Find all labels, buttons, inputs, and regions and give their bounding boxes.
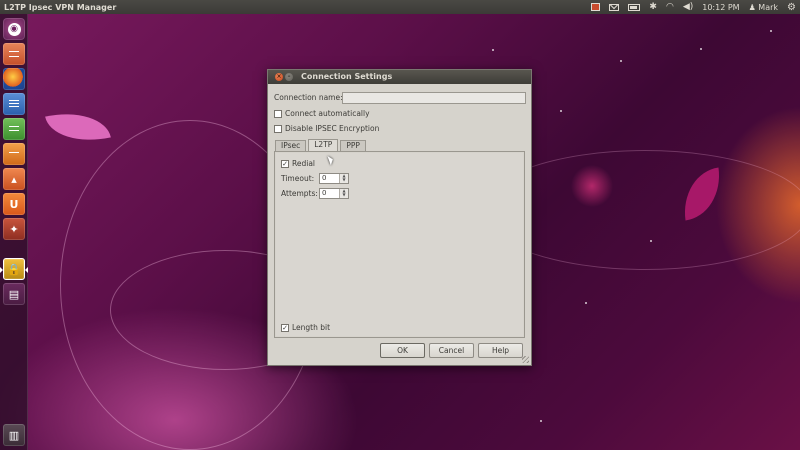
ubuntu-logo-icon: ◉ — [7, 22, 21, 36]
redial-row[interactable]: ✓ Redial — [281, 159, 315, 168]
wallpaper-star — [540, 420, 542, 422]
connect-automatically-checkbox[interactable] — [274, 109, 282, 118]
spin-arrows-icon[interactable]: ▲ ▼ — [339, 174, 348, 183]
focused-indicator — [25, 267, 28, 273]
attempts-spinbox[interactable]: 0 ▲ ▼ — [319, 188, 349, 199]
user-icon: ♟ — [748, 2, 756, 12]
l2tp-vpn-launcher-icon[interactable]: 🔒 — [3, 258, 25, 280]
mail-icon[interactable] — [609, 3, 620, 11]
close-icon[interactable]: × — [275, 73, 283, 81]
attempts-value: 0 — [322, 189, 327, 197]
bluetooth-icon[interactable]: ✱ — [649, 2, 657, 12]
wallpaper-star — [585, 302, 587, 304]
tab-ppp[interactable]: PPP — [340, 140, 366, 151]
user-menu[interactable]: ♟ Mark — [749, 3, 778, 12]
software-center-launcher-icon[interactable]: ▴ — [3, 168, 25, 190]
timeout-value: 0 — [322, 174, 327, 182]
clock[interactable]: 10:12 PM — [702, 3, 739, 12]
length-bit-checkbox[interactable]: ✓ — [281, 323, 289, 332]
timeout-label: Timeout: — [281, 174, 315, 183]
wallpaper-star — [650, 240, 652, 242]
volume-icon[interactable]: ◀) — [683, 2, 693, 12]
minimize-icon[interactable]: – — [285, 73, 293, 81]
dash-home-button[interactable]: ◉ — [3, 18, 25, 40]
wallpaper-star — [620, 60, 622, 62]
l2tp-tab-content: ✓ Redial Timeout: 0 ▲ ▼ Attempts: 0 ▲ ▼ ✓ … — [276, 153, 523, 336]
tab-ipsec[interactable]: IPsec — [275, 140, 307, 151]
disable-ipsec-checkbox[interactable] — [274, 124, 282, 133]
help-button[interactable]: Help — [478, 343, 523, 358]
length-bit-label: Length bit — [292, 323, 331, 332]
terminal-launcher-icon[interactable]: ▤ — [3, 283, 25, 305]
attempts-row: Attempts: — [281, 189, 318, 198]
disable-ipsec-row[interactable]: Disable IPSEC Encryption — [274, 124, 379, 133]
dialog-title: Connection Settings — [301, 72, 393, 81]
user-name: Mark — [758, 2, 779, 12]
cancel-button[interactable]: Cancel — [429, 343, 474, 358]
length-bit-row[interactable]: ✓ Length bit — [281, 323, 330, 332]
libreoffice-calc-launcher-icon[interactable] — [3, 118, 25, 140]
dialog-titlebar[interactable]: × – Connection Settings — [268, 70, 531, 84]
network-status-icon[interactable] — [591, 3, 601, 11]
connection-settings-dialog: × – Connection Settings Connection name:… — [267, 69, 532, 366]
connection-name-label: Connection name: — [274, 93, 343, 102]
connect-automatically-label: Connect automatically — [285, 109, 370, 118]
redial-checkbox[interactable]: ✓ — [281, 159, 289, 168]
connection-name-row: Connection name: — [274, 93, 343, 102]
app-menu-title[interactable]: L2TP Ipsec VPN Manager — [0, 3, 116, 12]
ok-button[interactable]: OK — [380, 343, 425, 358]
redial-label: Redial — [292, 159, 316, 168]
disable-ipsec-label: Disable IPSEC Encryption — [285, 124, 380, 133]
wallpaper-star — [700, 48, 702, 50]
spin-arrows-icon[interactable]: ▲ ▼ — [339, 189, 348, 198]
session-gear-icon[interactable]: ⚙ — [787, 2, 796, 13]
libreoffice-writer-launcher-icon[interactable] — [3, 93, 25, 115]
firefox-launcher-icon[interactable] — [3, 68, 25, 90]
connect-automatically-row[interactable]: Connect automatically — [274, 109, 370, 118]
trash-launcher-icon[interactable]: ▥ — [3, 424, 25, 446]
indicator-area: ✱ ◠ ◀) 10:12 PM ♟ Mark ⚙ — [591, 0, 796, 14]
timeout-spinbox[interactable]: 0 ▲ ▼ — [319, 173, 349, 184]
wallpaper-star — [492, 49, 494, 51]
launcher: ◉ ▴ U ✦ 🔒 ▤ ▥ — [0, 14, 28, 450]
wifi-icon[interactable]: ◠ — [666, 2, 674, 12]
wallpaper-star — [770, 30, 772, 32]
battery-icon[interactable] — [628, 3, 641, 11]
settings-tabs: IPsec L2TP PPP — [275, 139, 368, 152]
timeout-row: Timeout: — [281, 174, 314, 183]
top-panel: L2TP Ipsec VPN Manager ✱ ◠ ◀) 10:12 PM ♟… — [0, 0, 800, 14]
wallpaper-leaf — [45, 104, 111, 150]
libreoffice-impress-launcher-icon[interactable] — [3, 143, 25, 165]
connection-name-input[interactable] — [342, 92, 526, 104]
wallpaper-star — [560, 110, 562, 112]
files-launcher-icon[interactable] — [3, 43, 25, 65]
l2tp-tab-panel: ✓ Redial Timeout: 0 ▲ ▼ Attempts: 0 ▲ ▼ ✓ … — [274, 151, 525, 338]
attempts-label: Attempts: — [281, 189, 318, 198]
system-settings-launcher-icon[interactable]: ✦ — [3, 218, 25, 240]
resize-grip-icon[interactable] — [522, 356, 529, 363]
ubuntu-one-launcher-icon[interactable]: U — [3, 193, 25, 215]
